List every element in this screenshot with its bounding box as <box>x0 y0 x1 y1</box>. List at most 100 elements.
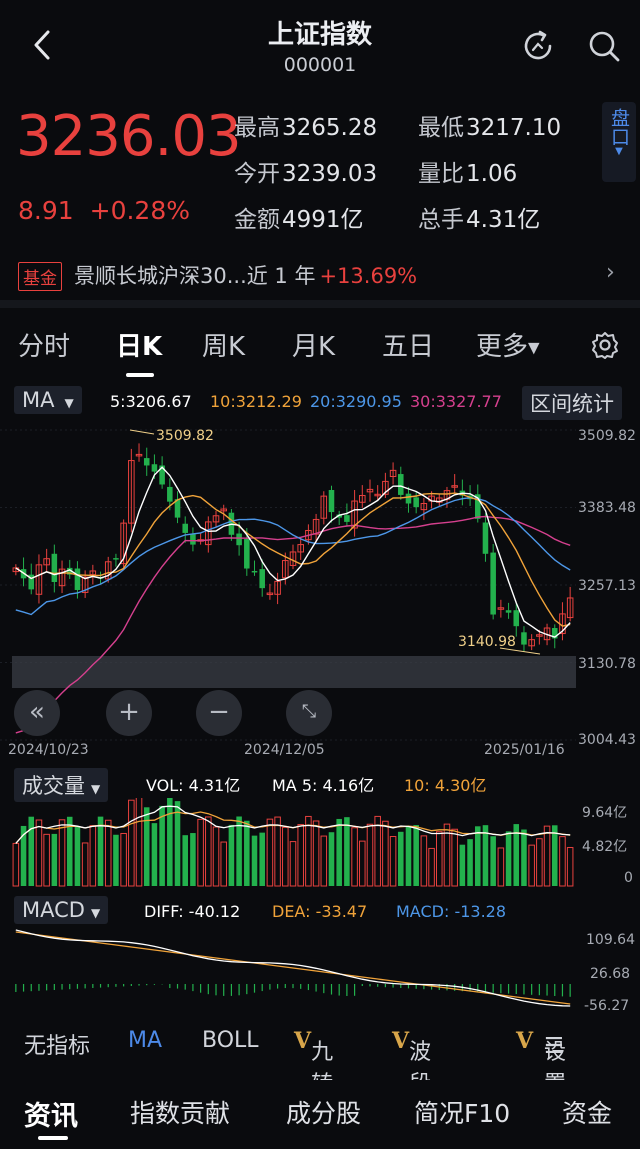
volume-chart <box>12 798 574 887</box>
volume-bar <box>167 798 173 886</box>
indicator-boduanwang[interactable]: V波段王 <box>392 1028 431 1129</box>
y-tick-1: 3509.82 <box>578 428 636 444</box>
volume-bar <box>428 847 435 887</box>
dea-legend: DEA: -33.47 <box>272 902 368 921</box>
indicator-row: 无指标 MA BOLL V九转 V波段王 V ☰设置 <box>24 1028 567 1129</box>
macd-chart <box>15 929 571 1007</box>
tab-profile-f10[interactable]: 简况F10 <box>414 1094 510 1130</box>
refresh-icon[interactable] <box>518 26 558 66</box>
volume-bar <box>289 841 297 887</box>
volume-bar <box>382 820 389 887</box>
volume-bar <box>212 826 220 887</box>
volume-bar <box>197 818 204 887</box>
active-tab-indicator <box>126 373 154 377</box>
tab-five-day[interactable]: 五日 <box>382 326 434 363</box>
candle <box>251 570 258 573</box>
candle <box>513 610 520 627</box>
volume-bar <box>528 844 535 887</box>
change-percent: +0.28% <box>89 196 190 225</box>
volume-bar <box>398 831 404 886</box>
volume-bar <box>113 834 119 886</box>
volume-bar <box>297 824 304 887</box>
vol-y-tick-3: 0 <box>624 870 633 886</box>
volume-bar <box>182 835 188 886</box>
indicator-more-partial[interactable]: V <box>516 1028 533 1054</box>
dea-line <box>15 931 571 1005</box>
candle <box>151 464 158 472</box>
volume-bar <box>374 815 381 887</box>
ma-selector[interactable]: MA ▼ <box>14 386 82 414</box>
fund-promo-row[interactable]: 基金 景顺长城沪深30...近 1 年 +13.69% › <box>0 254 640 296</box>
tab-index-contribution[interactable]: 指数贡献 <box>130 1094 230 1130</box>
scroll-left-icon[interactable]: « <box>14 690 60 736</box>
volume-bar <box>251 835 258 886</box>
gear-icon[interactable] <box>590 330 620 360</box>
ma10-legend: 10:3212.29 <box>210 392 302 411</box>
volume-bar <box>497 847 505 887</box>
tab-minute[interactable]: 分时 <box>18 326 70 363</box>
candle <box>482 522 489 554</box>
zoom-in-icon[interactable]: + <box>106 690 152 736</box>
indicator-none[interactable]: 无指标 <box>24 1028 90 1060</box>
ma20-legend: 20:3290.95 <box>310 392 402 411</box>
pankou-button[interactable]: 盘口 ▼ <box>602 102 636 182</box>
candle <box>143 458 150 466</box>
volume-selector[interactable]: 成交量 ▼ <box>14 768 109 802</box>
volume-bar <box>259 832 265 886</box>
volume-bar <box>35 819 43 887</box>
high-annotation: 3509.82 <box>156 428 214 444</box>
volume-bar <box>351 827 358 887</box>
candle <box>236 533 242 546</box>
ma5-legend: 5:3206.67 <box>110 392 192 411</box>
search-icon[interactable] <box>584 26 624 66</box>
candle <box>505 610 512 613</box>
stat-amount: 金额4991亿 <box>234 207 364 233</box>
indicator-ma[interactable]: MA <box>128 1028 162 1053</box>
high-leader <box>129 429 155 435</box>
volume-bar <box>274 816 281 887</box>
y-tick-3: 3257.13 <box>578 578 636 594</box>
volume-bar <box>389 836 397 887</box>
dropdown-caret-icon: ▼ <box>615 146 623 157</box>
volume-bar <box>451 828 458 887</box>
change-value: 8.91 <box>18 196 74 225</box>
volume-bar <box>566 847 574 887</box>
candle <box>521 632 527 645</box>
interval-stats-button[interactable]: 区间统计 <box>522 386 622 420</box>
indicator-boll[interactable]: BOLL <box>202 1028 259 1053</box>
candle <box>490 552 496 615</box>
fullscreen-icon[interactable]: ⤡ <box>286 690 332 736</box>
volume-bar <box>344 817 350 886</box>
vol-y-tick-1: 9.64亿 <box>582 805 628 821</box>
volume-bar <box>89 825 97 887</box>
vol-y-tick-2: 4.82亿 <box>582 839 628 855</box>
candle <box>344 515 350 522</box>
tab-more[interactable]: 更多▼ <box>476 326 540 363</box>
indicator-jiuzhuan[interactable]: V九转 <box>294 1028 333 1097</box>
volume-bar <box>143 807 150 886</box>
volume-bar <box>459 844 466 886</box>
tab-week-k[interactable]: 周K <box>202 326 245 363</box>
macd-selector[interactable]: MACD ▼ <box>14 896 109 924</box>
candle <box>244 539 250 569</box>
tab-day-k[interactable]: 日K <box>116 326 162 363</box>
tab-news[interactable]: 资讯 <box>24 1094 78 1133</box>
macd-y-tick-3: -56.27 <box>584 998 630 1014</box>
x-tick-1: 2024/10/23 <box>8 742 89 758</box>
stat-low: 最低3217.10 <box>418 115 562 141</box>
tab-funds[interactable]: 资金 <box>562 1094 612 1130</box>
volume-bar <box>97 816 104 886</box>
volume-bar <box>474 826 481 886</box>
vol-ma5-legend: MA 5: 4.16亿 <box>272 776 375 795</box>
tab-month-k[interactable]: 月K <box>292 326 335 363</box>
divider <box>0 300 640 308</box>
tab-constituents[interactable]: 成分股 <box>286 1094 361 1130</box>
volume-bar <box>536 838 543 887</box>
volume-bar <box>266 818 274 887</box>
volume-bar <box>151 823 158 886</box>
macd-legend: MACD: -13.28 <box>396 902 507 921</box>
zoom-out-icon[interactable]: − <box>196 690 242 736</box>
volume-bar <box>543 825 551 887</box>
bottom-tabs: 资讯 指数贡献 成分股 简况F10 资金 <box>0 1080 640 1149</box>
fund-badge: 基金 <box>18 262 62 291</box>
